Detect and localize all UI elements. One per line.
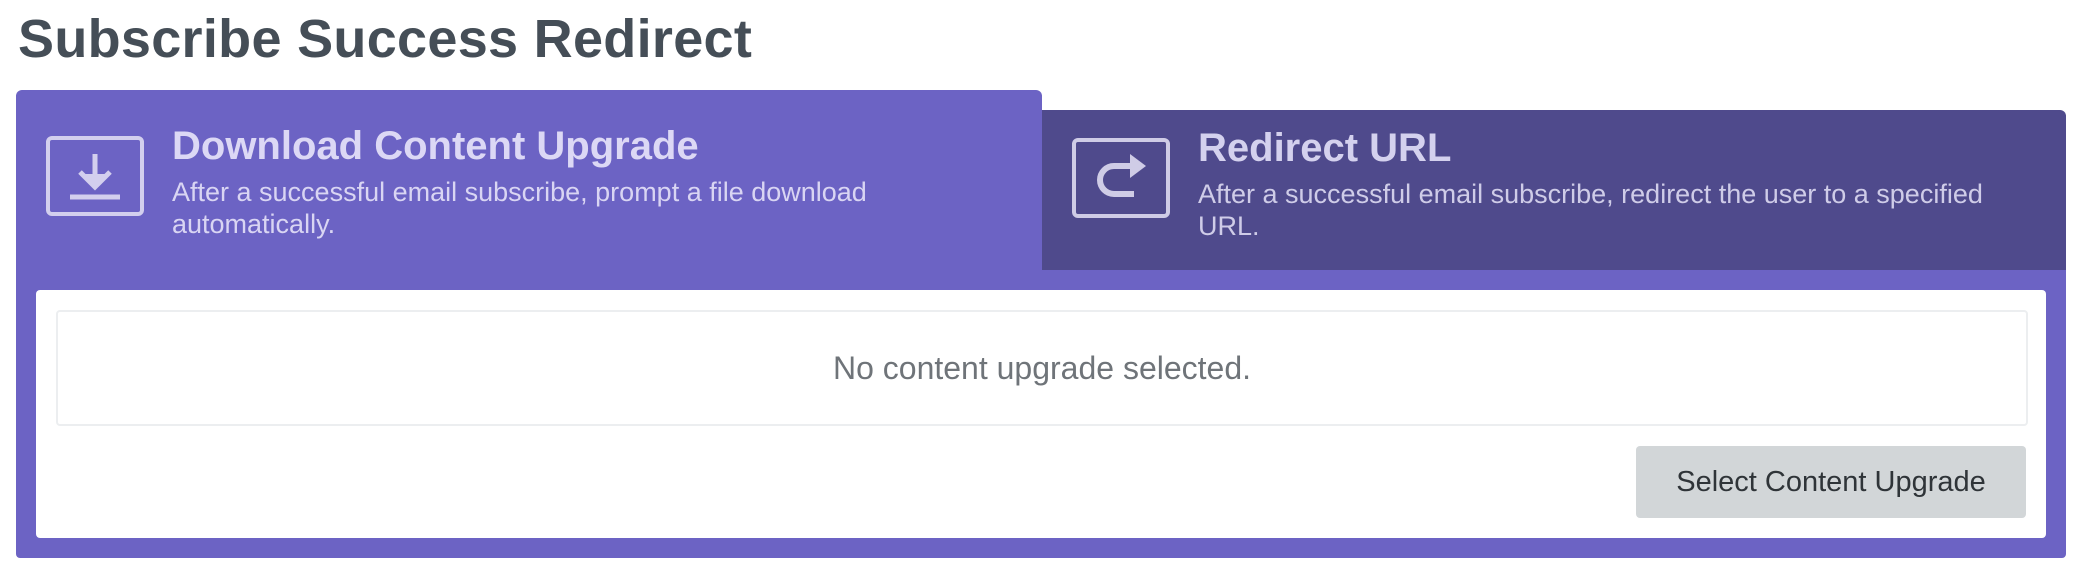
tab-redirect-url[interactable]: Redirect URL After a successful email su… [1042, 110, 2066, 270]
tab-description: After a successful email subscribe, redi… [1198, 179, 1983, 241]
tab-description: After a successful email subscribe, prom… [172, 177, 867, 239]
empty-message: No content upgrade selected. [832, 349, 1252, 386]
selected-content-display: No content upgrade selected. [56, 310, 2028, 426]
redirect-panel: Download Content Upgrade After a success… [16, 90, 2066, 558]
select-content-upgrade-button[interactable]: Select Content Upgrade [1636, 446, 2026, 518]
tab-download-content-upgrade[interactable]: Download Content Upgrade After a success… [16, 90, 1042, 290]
download-icon [46, 136, 144, 216]
tab-redirect-text: Redirect URL After a successful email su… [1198, 120, 2036, 242]
page-title: Subscribe Success Redirect [18, 9, 753, 69]
tab-title: Download Content Upgrade [172, 124, 699, 168]
content-upgrade-box: No content upgrade selected. Select Cont… [36, 290, 2046, 538]
redirect-icon [1072, 138, 1170, 218]
tab-download-text: Download Content Upgrade After a success… [172, 118, 1012, 240]
tab-title: Redirect URL [1198, 126, 1452, 170]
